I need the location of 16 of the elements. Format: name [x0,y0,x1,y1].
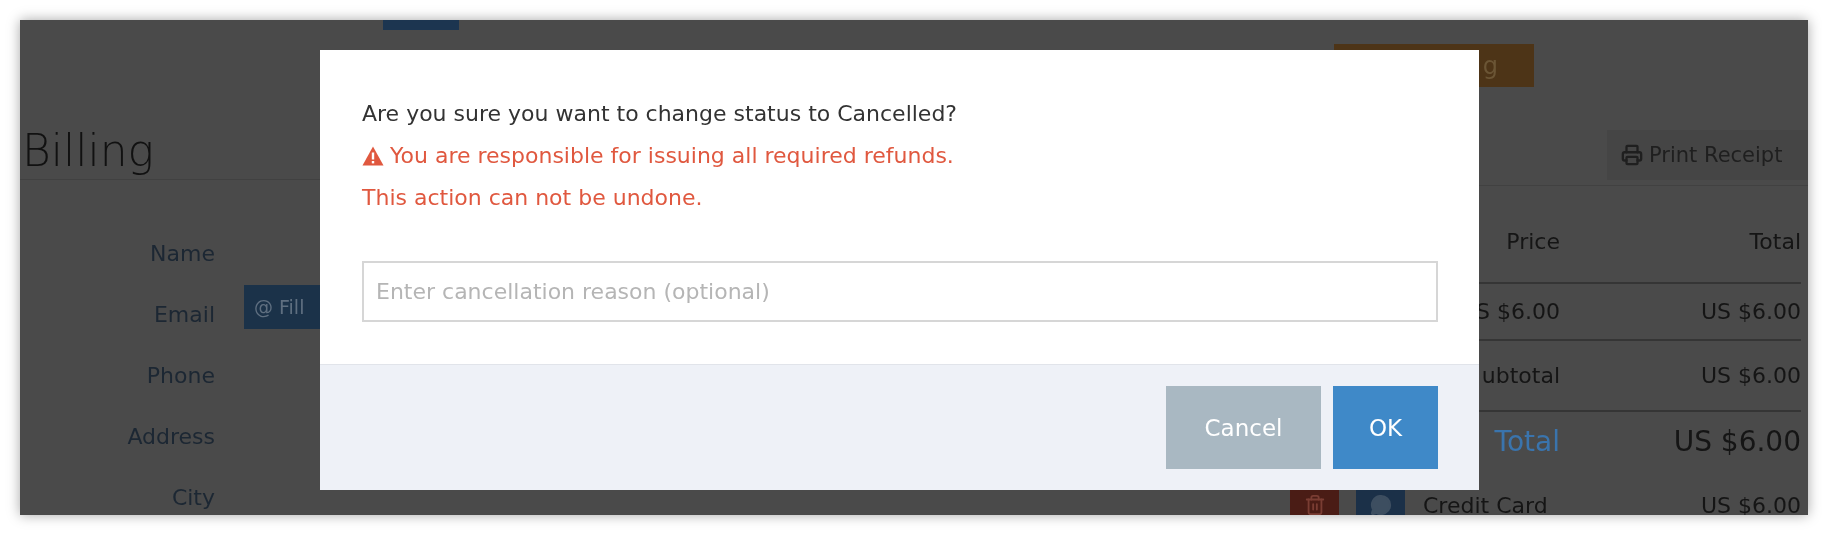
comment-button[interactable] [1356,490,1405,515]
section-title: Billing [21,124,155,178]
trash-icon [1303,494,1326,515]
fill-button[interactable]: @ Fill [244,285,320,329]
printer-icon [1621,144,1643,166]
cancel-button[interactable]: Cancel [1166,386,1321,469]
ok-button[interactable]: OK [1333,386,1438,469]
speech-bubble-icon [1369,494,1392,515]
dialog-question: Are you sure you want to change status to Cancelled? [362,100,959,128]
table-cell-text: Total [1493,423,1560,460]
delete-button[interactable] [1290,490,1339,515]
reason-input[interactable]: Enter cancellation reason (optional) [362,261,1438,322]
warning-icon [362,146,384,166]
warning-note: This action can not be undone. [362,184,704,212]
warning-text: You are responsible for issuing all required refunds. [390,142,954,170]
toolbar-button[interactable] [383,20,459,30]
